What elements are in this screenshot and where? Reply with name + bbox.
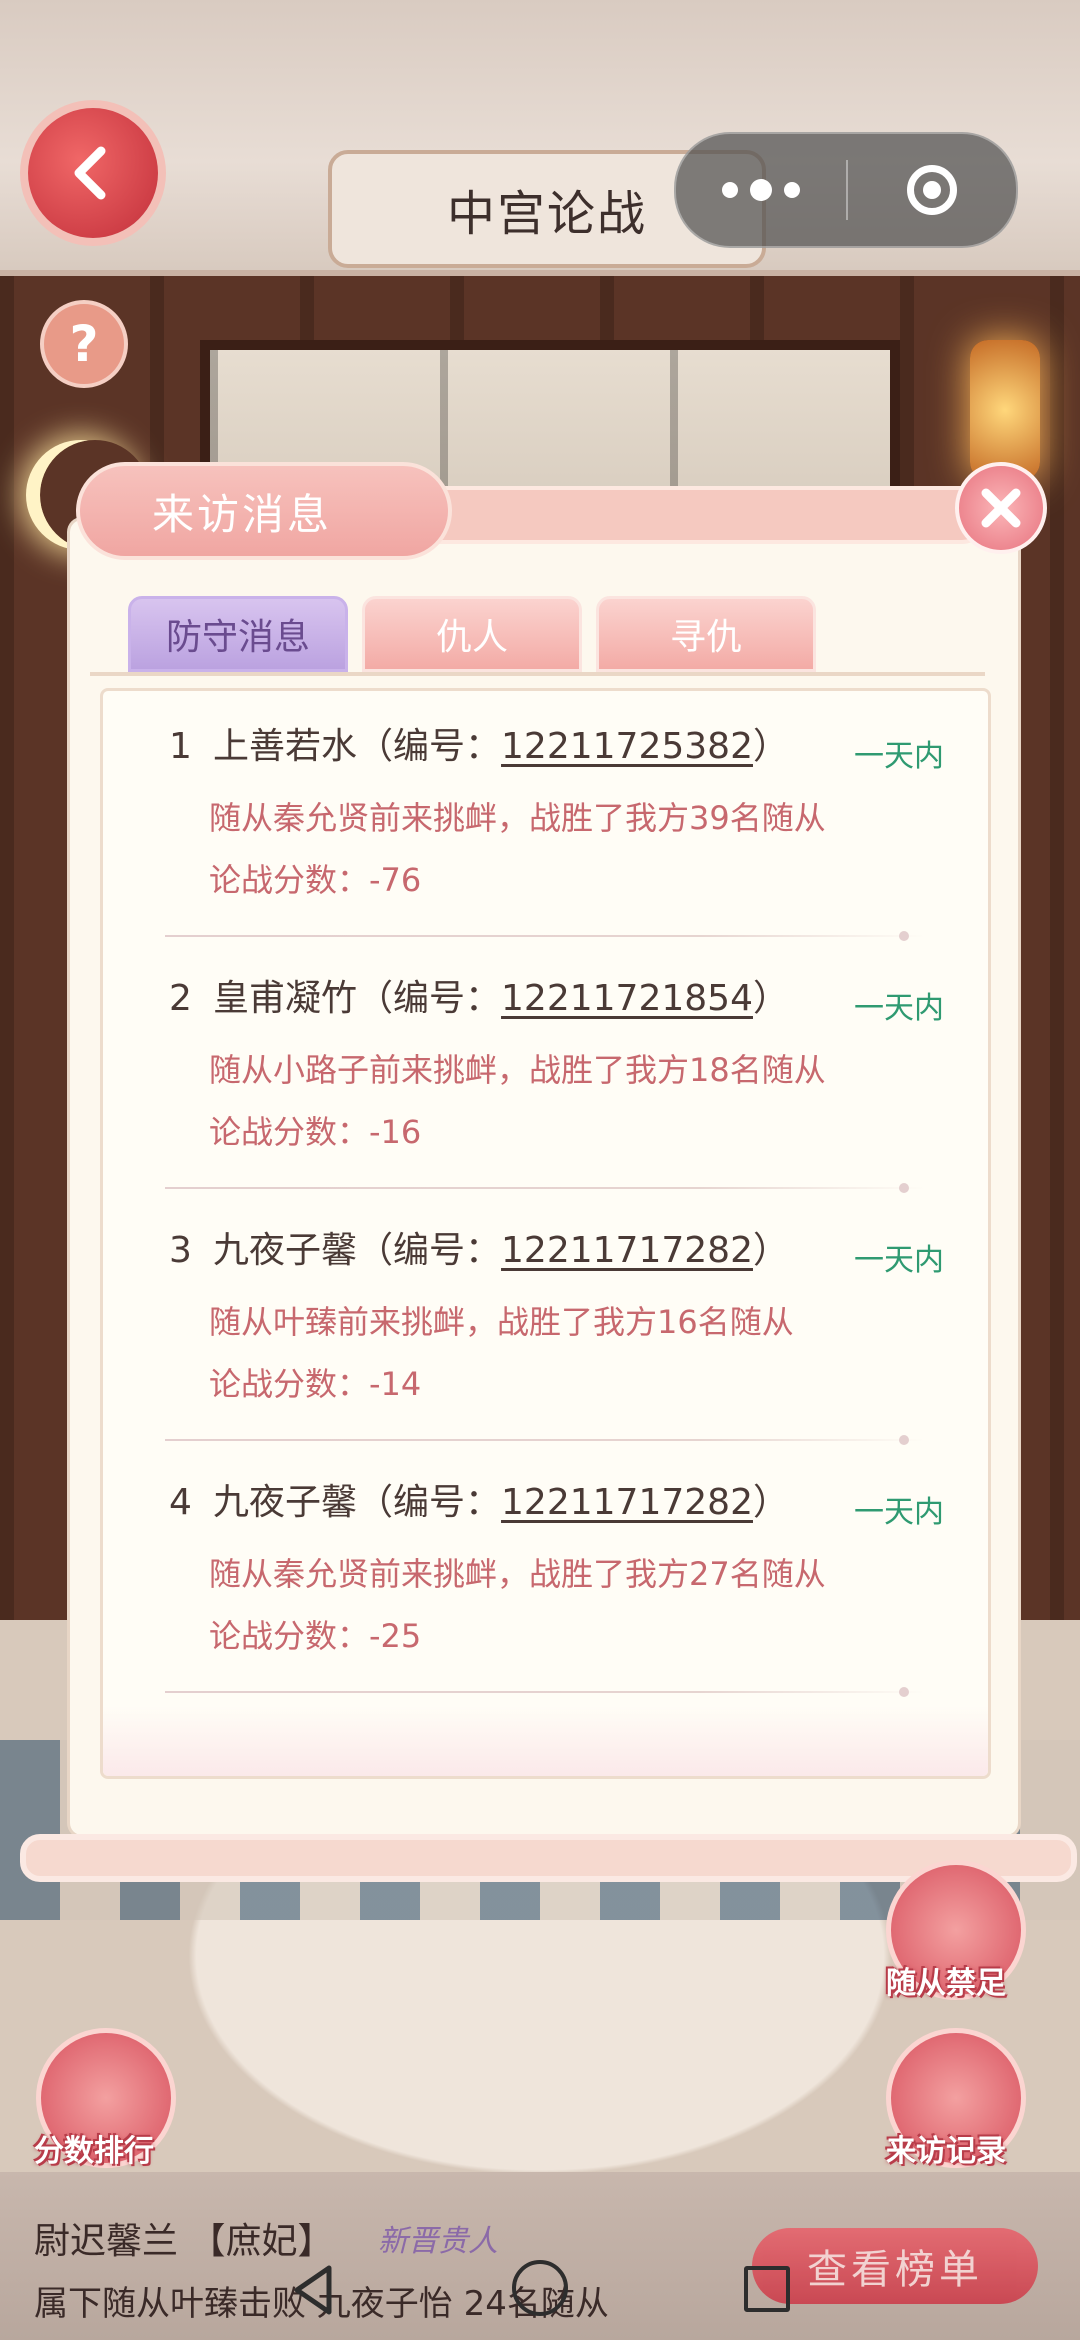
message-tabs: 防守消息 仇人 寻仇 — [128, 596, 830, 676]
entry-time: 一天内 — [854, 1495, 944, 1530]
message-list[interactable]: 1 上善若水（编号：12211725382） 一天内 随从秦允贤前来挑衅，战胜了我… — [100, 688, 991, 1779]
visit-records-label: 来访记录 — [886, 2134, 1006, 2169]
page-title: 中宫论战 — [446, 186, 647, 242]
nav-home-icon[interactable] — [512, 2260, 568, 2316]
entry-header: 4 九夜子馨（编号：12211717282） — [169, 1473, 789, 1525]
entry-name: 九夜子馨 — [213, 1230, 358, 1271]
target-icon — [907, 165, 957, 215]
entry-description: 随从秦允贤前来挑衅，战胜了我方27名随从 — [209, 1555, 826, 1593]
entry-name: 上善若水 — [213, 726, 358, 767]
entry-header: 3 九夜子馨（编号：12211717282） — [169, 1221, 789, 1273]
entry-divider — [165, 1183, 925, 1193]
more-button[interactable] — [676, 134, 846, 246]
entry-code-prefix: （编号： — [357, 726, 502, 767]
entry-code-prefix: （编号： — [357, 1230, 502, 1271]
list-item: 2 皇甫凝竹（编号：12211721854） 一天内 随从小路子前来挑衅，战胜了我… — [103, 943, 988, 1195]
list-item: 4 九夜子馨（编号：12211717282） 一天内 随从秦允贤前来挑衅，战胜了我… — [103, 1447, 988, 1699]
entry-index: 2 — [169, 978, 192, 1019]
system-navigation-bar — [0, 2240, 1080, 2340]
entry-divider — [165, 1687, 925, 1697]
entry-index: 3 — [169, 1230, 192, 1271]
entry-header: 2 皇甫凝竹（编号：12211721854） — [169, 969, 789, 1021]
entry-code-link[interactable]: 12211721854 — [501, 978, 753, 1019]
panel-title-rail — [380, 486, 988, 544]
panel-title-badge: 来访消息 — [76, 462, 452, 560]
entry-score: 论战分数：-14 — [209, 1365, 422, 1403]
tab-underline — [90, 672, 985, 676]
more-dots-icon-center — [750, 179, 772, 201]
question-icon: ? — [69, 315, 99, 373]
help-button[interactable]: ? — [40, 300, 128, 388]
entry-code-suffix: ） — [752, 1230, 789, 1271]
ban-followers-label: 随从禁足 — [886, 1966, 1006, 2001]
more-dots-icon — [722, 182, 738, 198]
close-flower-icon — [981, 488, 1021, 528]
nav-back-icon[interactable] — [285, 2260, 345, 2320]
entry-divider — [165, 1435, 925, 1445]
entry-index: 1 — [169, 726, 192, 767]
entry-name: 皇甫凝竹 — [213, 978, 358, 1019]
lantern — [970, 340, 1040, 480]
close-program-button[interactable] — [848, 134, 1016, 246]
entry-code-link[interactable]: 12211717282 — [501, 1482, 753, 1523]
entry-code-prefix: （编号： — [357, 1482, 502, 1523]
entry-code-suffix: ） — [752, 978, 789, 1019]
entry-time: 一天内 — [854, 991, 944, 1026]
entry-name: 九夜子馨 — [213, 1482, 358, 1523]
entry-score: 论战分数：-25 — [209, 1617, 422, 1655]
entry-time: 一天内 — [854, 1243, 944, 1278]
entry-score: 论战分数：-16 — [209, 1113, 422, 1151]
panel-close-button[interactable] — [955, 462, 1047, 554]
nav-recents-icon[interactable] — [744, 2266, 790, 2312]
list-item: 1 上善若水（编号：12211725382） 一天内 随从秦允贤前来挑衅，战胜了我… — [103, 691, 988, 943]
back-arrow-icon — [74, 146, 106, 200]
entry-divider — [165, 931, 925, 941]
back-button[interactable] — [28, 108, 158, 238]
mini-program-capsule — [674, 132, 1018, 248]
list-fade-overlay — [103, 1706, 988, 1776]
tab-defense-messages[interactable]: 防守消息 — [128, 596, 348, 672]
entry-code-link[interactable]: 12211717282 — [501, 1230, 753, 1271]
entry-index: 4 — [169, 1482, 192, 1523]
entry-time: 一天内 — [854, 739, 944, 774]
entry-code-suffix: ） — [752, 1482, 789, 1523]
entry-description: 随从叶臻前来挑衅，战胜了我方16名随从 — [209, 1303, 794, 1341]
list-item: 3 九夜子馨（编号：12211717282） 一天内 随从叶臻前来挑衅，战胜了我方… — [103, 1195, 988, 1447]
entry-code-link[interactable]: 12211725382 — [501, 726, 753, 767]
tab-revenge[interactable]: 寻仇 — [596, 596, 816, 672]
entry-code-prefix: （编号： — [357, 978, 502, 1019]
score-ranking-label: 分数排行 — [34, 2134, 154, 2169]
entry-description: 随从小路子前来挑衅，战胜了我方18名随从 — [209, 1051, 826, 1089]
entry-code-suffix: ） — [752, 726, 789, 767]
tab-enemies[interactable]: 仇人 — [362, 596, 582, 672]
panel-title: 来访消息 — [152, 489, 333, 539]
entry-score: 论战分数：-76 — [209, 861, 422, 899]
more-dots-icon-right — [784, 182, 800, 198]
entry-description: 随从秦允贤前来挑衅，战胜了我方39名随从 — [209, 799, 826, 837]
entry-header: 1 上善若水（编号：12211725382） — [169, 717, 789, 769]
